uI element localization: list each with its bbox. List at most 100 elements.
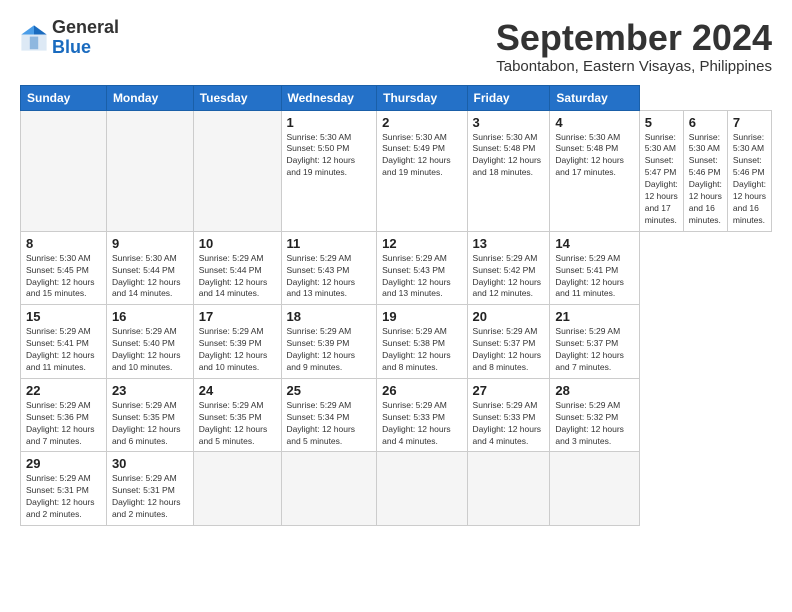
day-number: 12 bbox=[382, 236, 461, 251]
calendar-cell: 8 Sunrise: 5:30 AM Sunset: 5:45 PM Daylig… bbox=[21, 231, 107, 305]
calendar-row-0: 1 Sunrise: 5:30 AM Sunset: 5:50 PM Daylig… bbox=[21, 110, 772, 231]
day-number: 25 bbox=[287, 383, 372, 398]
calendar-cell bbox=[193, 110, 281, 231]
day-info: Sunrise: 5:29 AM Sunset: 5:43 PM Dayligh… bbox=[382, 253, 461, 301]
calendar-cell: 18 Sunrise: 5:29 AM Sunset: 5:39 PM Dayli… bbox=[281, 305, 377, 379]
day-number: 26 bbox=[382, 383, 461, 398]
day-number: 20 bbox=[473, 309, 545, 324]
header-sunday: Sunday bbox=[21, 85, 107, 110]
logo-blue: Blue bbox=[52, 37, 91, 57]
day-info: Sunrise: 5:29 AM Sunset: 5:33 PM Dayligh… bbox=[382, 400, 461, 448]
calendar-cell: 24 Sunrise: 5:29 AM Sunset: 5:35 PM Dayli… bbox=[193, 378, 281, 452]
calendar-cell bbox=[377, 452, 467, 526]
day-info: Sunrise: 5:30 AM Sunset: 5:45 PM Dayligh… bbox=[26, 253, 101, 301]
day-number: 4 bbox=[555, 115, 633, 130]
day-number: 21 bbox=[555, 309, 633, 324]
calendar-cell: 12 Sunrise: 5:29 AM Sunset: 5:43 PM Dayli… bbox=[377, 231, 467, 305]
calendar-cell: 28 Sunrise: 5:29 AM Sunset: 5:32 PM Dayli… bbox=[550, 378, 639, 452]
day-number: 23 bbox=[112, 383, 188, 398]
day-number: 24 bbox=[199, 383, 276, 398]
day-info: Sunrise: 5:29 AM Sunset: 5:37 PM Dayligh… bbox=[555, 326, 633, 374]
calendar-cell: 11 Sunrise: 5:29 AM Sunset: 5:43 PM Dayli… bbox=[281, 231, 377, 305]
calendar-row-4: 29 Sunrise: 5:29 AM Sunset: 5:31 PM Dayli… bbox=[21, 452, 772, 526]
calendar-cell: 14Sunrise: 5:29 AM Sunset: 5:41 PM Dayli… bbox=[550, 231, 639, 305]
day-info: Sunrise: 5:30 AM Sunset: 5:46 PM Dayligh… bbox=[689, 132, 722, 227]
day-number: 6 bbox=[689, 115, 722, 130]
day-number: 1 bbox=[287, 115, 372, 130]
header-thursday: Thursday bbox=[377, 85, 467, 110]
logo-general: General bbox=[52, 17, 119, 37]
day-info: Sunrise: 5:29 AM Sunset: 5:39 PM Dayligh… bbox=[287, 326, 372, 374]
day-number: 29 bbox=[26, 456, 101, 471]
calendar-cell: 1 Sunrise: 5:30 AM Sunset: 5:50 PM Daylig… bbox=[281, 110, 377, 231]
calendar-cell: 6 Sunrise: 5:30 AM Sunset: 5:46 PM Daylig… bbox=[683, 110, 727, 231]
calendar-cell bbox=[550, 452, 639, 526]
calendar-cell: 16 Sunrise: 5:29 AM Sunset: 5:40 PM Dayli… bbox=[106, 305, 193, 379]
day-info: Sunrise: 5:29 AM Sunset: 5:32 PM Dayligh… bbox=[555, 400, 633, 448]
day-number: 15 bbox=[26, 309, 101, 324]
calendar-cell: 29Sunrise: 5:29 AM Sunset: 5:31 PM Dayli… bbox=[21, 452, 107, 526]
calendar-cell: 26 Sunrise: 5:29 AM Sunset: 5:33 PM Dayli… bbox=[377, 378, 467, 452]
calendar-cell: 30 Sunrise: 5:29 AM Sunset: 5:31 PM Dayli… bbox=[106, 452, 193, 526]
day-info: Sunrise: 5:30 AM Sunset: 5:47 PM Dayligh… bbox=[645, 132, 678, 227]
day-number: 18 bbox=[287, 309, 372, 324]
calendar-cell: 25Sunrise: 5:29 AM Sunset: 5:34 PM Dayli… bbox=[281, 378, 377, 452]
day-number: 19 bbox=[382, 309, 461, 324]
day-number: 9 bbox=[112, 236, 188, 251]
day-number: 30 bbox=[112, 456, 188, 471]
calendar-cell: 4 Sunrise: 5:30 AM Sunset: 5:48 PM Daylig… bbox=[550, 110, 639, 231]
day-info: Sunrise: 5:30 AM Sunset: 5:50 PM Dayligh… bbox=[287, 132, 372, 180]
calendar-cell: 21 Sunrise: 5:29 AM Sunset: 5:37 PM Dayli… bbox=[550, 305, 639, 379]
day-info: Sunrise: 5:29 AM Sunset: 5:37 PM Dayligh… bbox=[473, 326, 545, 374]
day-info: Sunrise: 5:29 AM Sunset: 5:36 PM Dayligh… bbox=[26, 400, 101, 448]
calendar-cell: 13Sunrise: 5:29 AM Sunset: 5:42 PM Dayli… bbox=[467, 231, 550, 305]
day-info: Sunrise: 5:29 AM Sunset: 5:42 PM Dayligh… bbox=[473, 253, 545, 301]
calendar-cell: 23Sunrise: 5:29 AM Sunset: 5:35 PM Dayli… bbox=[106, 378, 193, 452]
day-info: Sunrise: 5:29 AM Sunset: 5:44 PM Dayligh… bbox=[199, 253, 276, 301]
calendar-cell bbox=[106, 110, 193, 231]
day-info: Sunrise: 5:30 AM Sunset: 5:44 PM Dayligh… bbox=[112, 253, 188, 301]
calendar-cell bbox=[467, 452, 550, 526]
calendar-cell: 5Sunrise: 5:30 AM Sunset: 5:47 PM Daylig… bbox=[639, 110, 683, 231]
calendar-cell: 3Sunrise: 5:30 AM Sunset: 5:48 PM Daylig… bbox=[467, 110, 550, 231]
title-block: September 2024 Tabontabon, Eastern Visay… bbox=[496, 18, 772, 75]
calendar-cell: 17Sunrise: 5:29 AM Sunset: 5:39 PM Dayli… bbox=[193, 305, 281, 379]
day-info: Sunrise: 5:29 AM Sunset: 5:43 PM Dayligh… bbox=[287, 253, 372, 301]
calendar-cell: 27 Sunrise: 5:29 AM Sunset: 5:33 PM Dayli… bbox=[467, 378, 550, 452]
calendar-page: General Blue September 2024 Tabontabon, … bbox=[0, 0, 792, 612]
calendar-table: Sunday Monday Tuesday Wednesday Thursday… bbox=[20, 85, 772, 526]
day-info: Sunrise: 5:29 AM Sunset: 5:33 PM Dayligh… bbox=[473, 400, 545, 448]
day-number: 11 bbox=[287, 236, 372, 251]
calendar-cell: 20 Sunrise: 5:29 AM Sunset: 5:37 PM Dayli… bbox=[467, 305, 550, 379]
calendar-cell: 2 Sunrise: 5:30 AM Sunset: 5:49 PM Daylig… bbox=[377, 110, 467, 231]
day-info: Sunrise: 5:30 AM Sunset: 5:49 PM Dayligh… bbox=[382, 132, 461, 180]
logo-icon bbox=[20, 24, 48, 52]
day-number: 10 bbox=[199, 236, 276, 251]
calendar-cell bbox=[21, 110, 107, 231]
day-info: Sunrise: 5:30 AM Sunset: 5:48 PM Dayligh… bbox=[473, 132, 545, 180]
logo: General Blue bbox=[20, 18, 119, 58]
header-saturday: Saturday bbox=[550, 85, 639, 110]
calendar-cell: 9 Sunrise: 5:30 AM Sunset: 5:44 PM Daylig… bbox=[106, 231, 193, 305]
day-number: 8 bbox=[26, 236, 101, 251]
weekday-header-row: Sunday Monday Tuesday Wednesday Thursday… bbox=[21, 85, 772, 110]
day-info: Sunrise: 5:30 AM Sunset: 5:48 PM Dayligh… bbox=[555, 132, 633, 180]
calendar-cell bbox=[281, 452, 377, 526]
day-info: Sunrise: 5:29 AM Sunset: 5:39 PM Dayligh… bbox=[199, 326, 276, 374]
header-tuesday: Tuesday bbox=[193, 85, 281, 110]
calendar-row-3: 22 Sunrise: 5:29 AM Sunset: 5:36 PM Dayli… bbox=[21, 378, 772, 452]
day-info: Sunrise: 5:30 AM Sunset: 5:46 PM Dayligh… bbox=[733, 132, 766, 227]
day-info: Sunrise: 5:29 AM Sunset: 5:31 PM Dayligh… bbox=[112, 473, 188, 521]
header: General Blue September 2024 Tabontabon, … bbox=[20, 18, 772, 75]
header-monday: Monday bbox=[106, 85, 193, 110]
day-number: 27 bbox=[473, 383, 545, 398]
day-info: Sunrise: 5:29 AM Sunset: 5:35 PM Dayligh… bbox=[199, 400, 276, 448]
day-number: 22 bbox=[26, 383, 101, 398]
day-number: 16 bbox=[112, 309, 188, 324]
day-number: 2 bbox=[382, 115, 461, 130]
logo-text: General Blue bbox=[52, 18, 119, 58]
calendar-cell: 10 Sunrise: 5:29 AM Sunset: 5:44 PM Dayli… bbox=[193, 231, 281, 305]
calendar-row-1: 8 Sunrise: 5:30 AM Sunset: 5:45 PM Daylig… bbox=[21, 231, 772, 305]
day-info: Sunrise: 5:29 AM Sunset: 5:40 PM Dayligh… bbox=[112, 326, 188, 374]
day-number: 28 bbox=[555, 383, 633, 398]
